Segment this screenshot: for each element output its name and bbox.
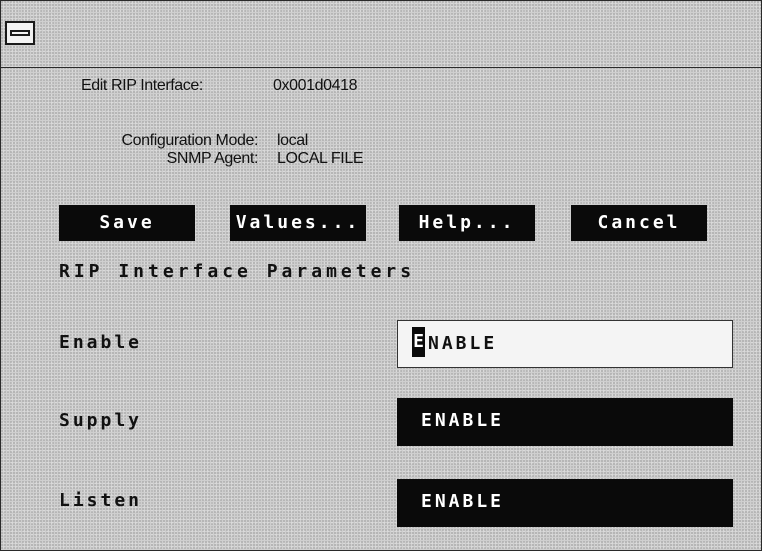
help-button[interactable]: Help... <box>399 205 535 241</box>
enable-label: Enable <box>59 332 143 353</box>
edit-rip-interface-value: 0x001d0418 <box>273 77 358 94</box>
listen-field[interactable]: ENABLE <box>397 479 733 527</box>
title-bar <box>1 1 761 68</box>
supply-field[interactable]: ENABLE <box>397 398 733 446</box>
enable-field-value: NABLE <box>428 333 498 354</box>
configuration-mode-label: Configuration Mode: <box>121 132 259 149</box>
configuration-mode-value: local <box>277 132 308 149</box>
rip-interface-window: Edit RIP Interface: 0x001d0418 Configura… <box>0 0 762 551</box>
text-cursor: E <box>412 327 425 357</box>
window-menu-icon <box>10 30 30 36</box>
values-button[interactable]: Values... <box>230 205 366 241</box>
cancel-button[interactable]: Cancel <box>571 205 707 241</box>
enable-field[interactable]: E NABLE <box>397 320 733 368</box>
listen-field-value: ENABLE <box>421 491 505 512</box>
supply-field-value: ENABLE <box>421 410 505 431</box>
section-title: RIP Interface Parameters <box>59 261 416 282</box>
snmp-agent-value: LOCAL FILE <box>277 150 364 167</box>
supply-label: Supply <box>59 410 143 431</box>
snmp-agent-label: SNMP Agent: <box>166 150 259 167</box>
window-menu-button[interactable] <box>5 21 35 45</box>
edit-rip-interface-label: Edit RIP Interface: <box>81 77 203 94</box>
save-button[interactable]: Save <box>59 205 195 241</box>
listen-label: Listen <box>59 490 143 511</box>
